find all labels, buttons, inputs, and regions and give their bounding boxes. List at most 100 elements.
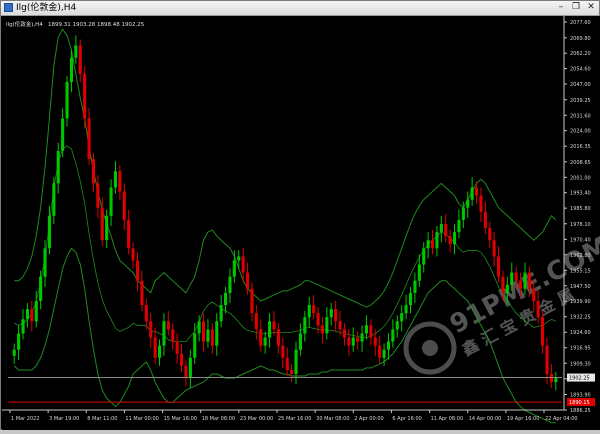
candle xyxy=(431,230,435,255)
bid-price-label: 1902.25 xyxy=(569,376,590,382)
candle-body xyxy=(290,370,294,375)
candle-body xyxy=(91,159,95,184)
candle-body xyxy=(21,319,25,334)
candle-body xyxy=(153,337,157,358)
time-tick-label: 30 Mar 08:00 xyxy=(316,416,349,422)
candle xyxy=(149,313,153,348)
candle xyxy=(118,165,122,200)
close-button[interactable]: ✕ xyxy=(584,2,598,13)
candle-body xyxy=(47,215,51,249)
candle xyxy=(263,331,267,354)
time-tick-label: 6 Apr 16:00 xyxy=(392,416,421,422)
candle-body xyxy=(435,232,439,249)
candle-body xyxy=(276,329,280,346)
price-tick-label: 1893.90 xyxy=(570,392,591,398)
candle-body xyxy=(404,305,408,314)
candle-body xyxy=(369,325,373,338)
candle-body xyxy=(382,349,386,358)
candle-body xyxy=(232,260,236,277)
candle xyxy=(347,329,351,356)
price-axis[interactable]: 2077.60 2069.80 2062.20 2054.60 2047.00 2039.… xyxy=(563,16,595,414)
candle xyxy=(342,323,346,346)
candle-body xyxy=(30,309,34,322)
candle xyxy=(272,311,276,336)
candle xyxy=(188,349,192,389)
candle xyxy=(320,317,324,344)
candle xyxy=(87,108,91,166)
candle-body xyxy=(514,272,518,281)
candle xyxy=(400,305,404,332)
candle-body xyxy=(312,305,316,314)
time-tick-label: 18 Mar 08:00 xyxy=(202,416,235,422)
price-tick-label: 1924.60 xyxy=(570,330,591,336)
candle-body xyxy=(250,288,254,314)
candle-body xyxy=(325,317,329,334)
restore-button[interactable]: ❐ xyxy=(569,2,583,13)
candle-body xyxy=(431,240,435,249)
price-tick-label: 1939.90 xyxy=(570,299,591,305)
candle-body xyxy=(268,321,272,338)
candle-body xyxy=(259,329,263,346)
time-tick-label: 22 Apr 04:00 xyxy=(545,416,578,422)
candle xyxy=(497,246,501,283)
candle xyxy=(492,232,496,267)
time-tick-label: 2 Apr 00:00 xyxy=(354,416,383,422)
candle-body xyxy=(426,240,430,249)
candle-body xyxy=(210,329,214,346)
candle-body xyxy=(413,280,417,293)
time-tick-label: 25 Mar 16:00 xyxy=(278,416,311,422)
candle xyxy=(360,325,364,352)
candle-body xyxy=(74,45,78,58)
candle xyxy=(56,142,60,194)
candle xyxy=(426,232,430,259)
window-titlebar[interactable]: Ilg(伦敦金),H4 – ❐ ✕ xyxy=(1,1,599,16)
candle-body xyxy=(527,272,531,289)
candle xyxy=(422,242,426,273)
candle-body xyxy=(545,345,549,374)
candle-body xyxy=(422,248,426,265)
candle-body xyxy=(109,187,113,216)
time-tick-label: 1 Mar 2022 xyxy=(11,416,40,422)
candle-body xyxy=(184,365,188,379)
candle xyxy=(131,242,135,269)
candle xyxy=(435,225,439,257)
price-chart-canvas[interactable]: 91PME.COM 鑫 汇 宝 贵 金 属 2077.602069.802062… xyxy=(2,16,600,430)
candle-body xyxy=(285,357,289,370)
candle xyxy=(153,327,157,364)
candle-body xyxy=(65,82,69,119)
candle-body xyxy=(188,357,192,379)
candle-body xyxy=(497,256,501,277)
candle xyxy=(61,108,65,158)
candle xyxy=(334,301,338,332)
price-tick-label: 1993.40 xyxy=(570,191,591,197)
candle-body xyxy=(272,321,276,330)
candle-body xyxy=(470,187,474,200)
time-tick-label: 14 Apr 00:00 xyxy=(469,416,502,422)
candle xyxy=(140,270,144,312)
candle xyxy=(307,296,311,328)
candle-body xyxy=(298,333,302,350)
ask-price-label: 1890.15 xyxy=(569,400,590,406)
candle-body xyxy=(246,272,250,289)
candle xyxy=(444,213,448,243)
candle xyxy=(329,303,333,326)
time-axis[interactable]: 1 Mar 2022 3 Mar 19:00 8 Mar 11:00 11 Mar 0… xyxy=(2,409,578,422)
candle xyxy=(483,201,487,235)
candle-body xyxy=(144,305,148,322)
candle-body xyxy=(448,236,452,245)
minimize-button[interactable]: – xyxy=(554,2,568,13)
candle-body xyxy=(400,313,404,322)
candle xyxy=(127,209,131,255)
candle xyxy=(136,252,140,291)
candle xyxy=(122,183,126,231)
candle-body xyxy=(281,345,285,358)
candle xyxy=(144,298,148,330)
candle-body xyxy=(61,118,65,151)
price-chart[interactable]: 91PME.COM 鑫 汇 宝 贵 金 属 2077.60 2069.80 2062… xyxy=(2,16,600,430)
price-tick-label: 1947.50 xyxy=(570,284,591,290)
candle xyxy=(65,75,69,127)
candle-body xyxy=(356,337,360,342)
candle-body xyxy=(386,341,390,350)
candle xyxy=(395,315,399,338)
price-tick-label: 1978.10 xyxy=(570,222,591,228)
